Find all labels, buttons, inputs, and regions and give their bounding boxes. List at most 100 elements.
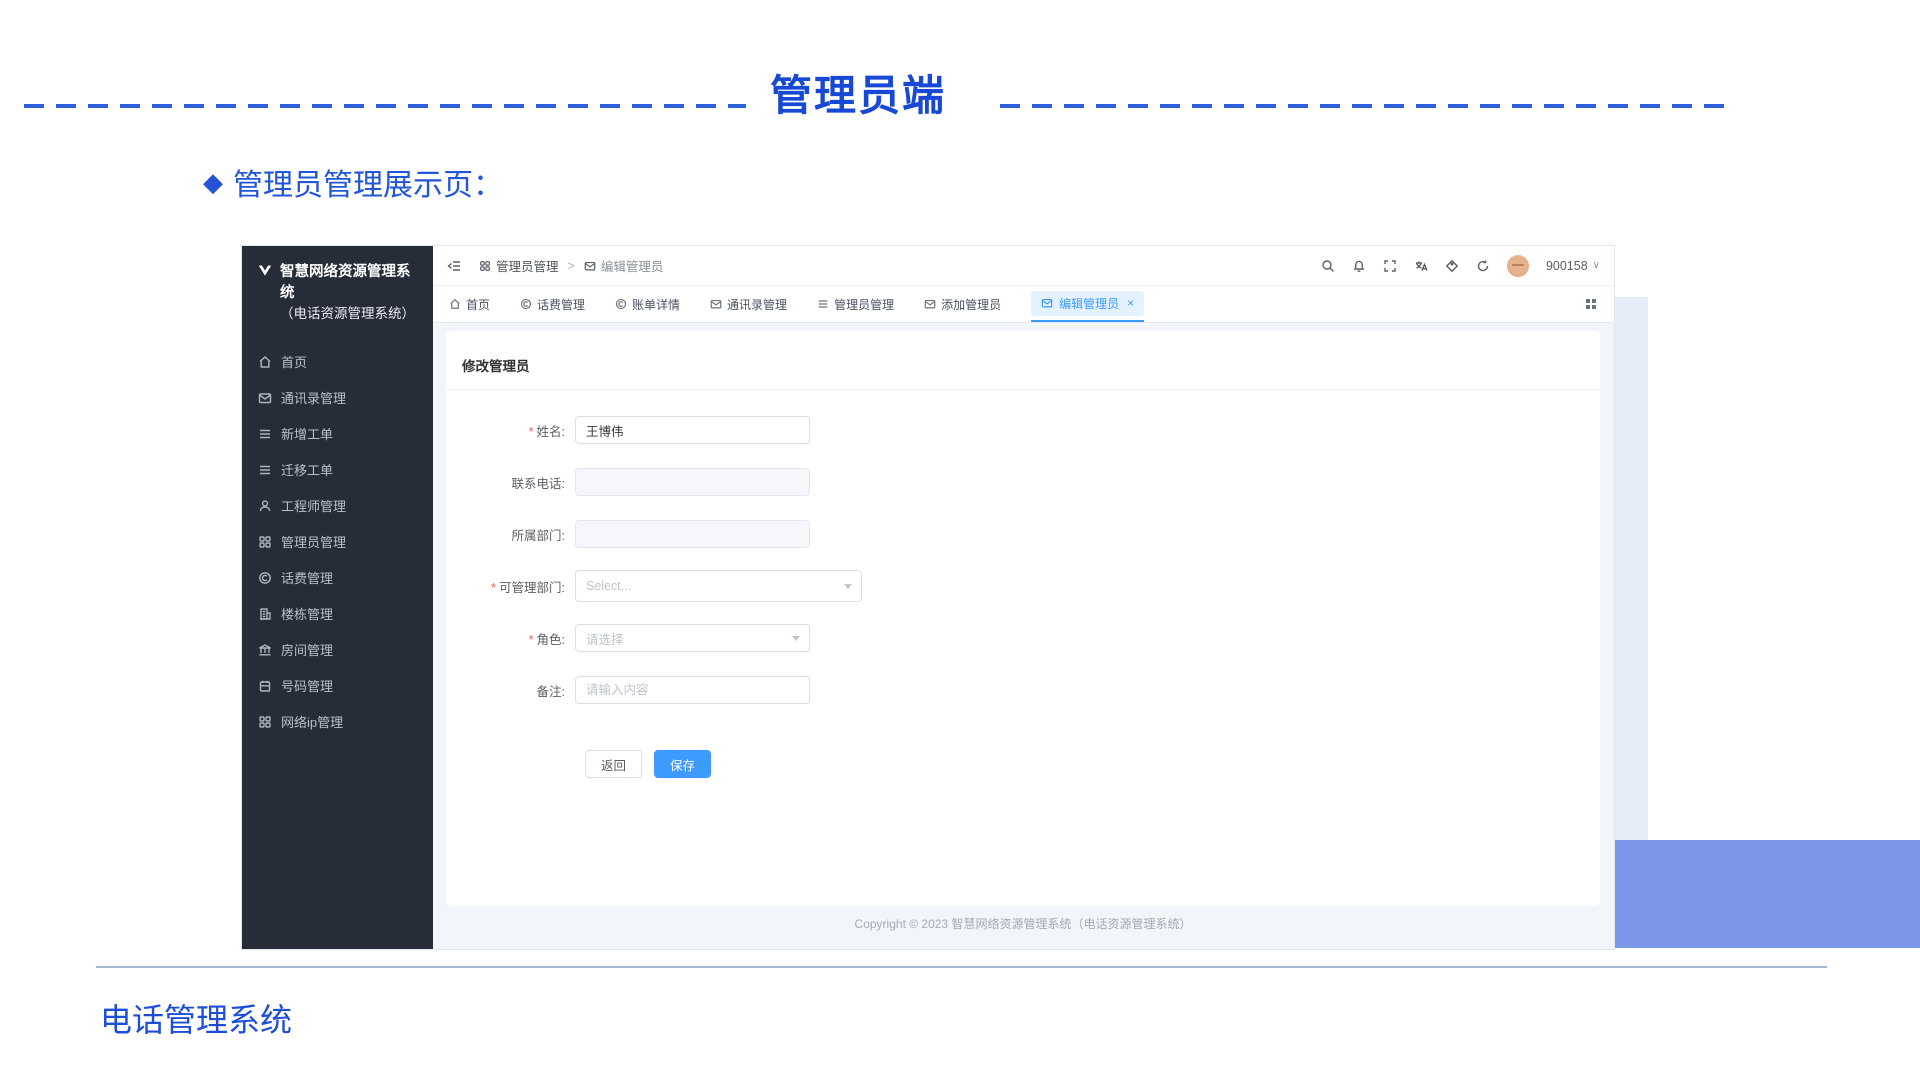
bottom-divider xyxy=(96,966,1827,968)
tabs-panel-icon[interactable] xyxy=(1584,297,1598,311)
breadcrumb-item-edit-admin: 编辑管理员 xyxy=(584,256,664,275)
search-icon[interactable] xyxy=(1321,259,1335,273)
bell-icon[interactable] xyxy=(1352,259,1366,273)
breadcrumb-label: 编辑管理员 xyxy=(601,256,664,275)
sidebar-item-label: 通讯录管理 xyxy=(281,388,346,407)
form-row-phone: 联系电话: xyxy=(462,468,1600,496)
sidebar-item-engineer[interactable]: 工程师管理 xyxy=(242,488,433,524)
tab-label: 话费管理 xyxy=(537,296,585,313)
form-row-department: 所属部门: xyxy=(462,520,1600,548)
form-row-role: *角色: 请选择 xyxy=(462,624,1600,652)
tab-edit-admin[interactable]: 编辑管理员 × xyxy=(1031,286,1144,322)
tab-label: 首页 xyxy=(466,296,490,313)
mail-icon xyxy=(1041,297,1053,309)
section-bullet-label: 管理员管理展示页： xyxy=(233,160,503,204)
name-field[interactable] xyxy=(575,416,810,444)
tab-home[interactable]: 首页 xyxy=(449,286,490,322)
edit-admin-form: *姓名: 联系电话: 所属部门: *可管理部门: xyxy=(462,416,1600,778)
tab-label: 通讯录管理 xyxy=(727,296,787,313)
save-button[interactable]: 保存 xyxy=(654,750,711,778)
tab-call-fee[interactable]: 话费管理 xyxy=(520,286,585,322)
slide: 管理员端 ◆ 管理员管理展示页： 智慧网络资源管理系统 （电话资源管理系统） xyxy=(0,0,1920,1080)
mail-icon xyxy=(924,298,936,310)
diamond-bullet-icon: ◆ xyxy=(203,167,223,198)
sidebar-item-contacts[interactable]: 通讯录管理 xyxy=(242,380,433,416)
fullscreen-icon[interactable] xyxy=(1383,259,1397,273)
sidebar-item-building[interactable]: 楼栋管理 xyxy=(242,596,433,632)
user-icon xyxy=(258,499,272,513)
avatar[interactable] xyxy=(1507,255,1529,277)
copyright-footer: Copyright © 2023 智慧网络资源管理系统（电话资源管理系统） xyxy=(446,915,1600,932)
user-id: 900158 xyxy=(1546,259,1588,273)
form-row-managed-departments: *可管理部门: Select... xyxy=(462,572,1600,600)
mail-icon xyxy=(258,391,272,405)
title-dash-right xyxy=(1000,104,1728,108)
tab-contacts[interactable]: 通讯录管理 xyxy=(710,286,787,322)
refresh-icon[interactable] xyxy=(1476,259,1490,273)
sidebar-nav: 首页 通讯录管理 新增工单 迁移工单 工程师管理 xyxy=(242,344,433,740)
section-bullet: ◆ 管理员管理展示页： xyxy=(203,160,503,204)
remark-field[interactable] xyxy=(575,676,810,704)
collapse-sidebar-icon[interactable] xyxy=(447,259,461,273)
sidebar-item-call-fee[interactable]: 话费管理 xyxy=(242,560,433,596)
required-mark: * xyxy=(529,633,534,647)
mail-icon xyxy=(710,298,722,310)
coin-icon xyxy=(520,298,532,310)
mail-icon xyxy=(584,260,596,272)
tab-admin-management[interactable]: 管理员管理 xyxy=(817,286,894,322)
list-icon xyxy=(258,427,272,441)
close-icon[interactable]: × xyxy=(1127,296,1134,310)
list-icon xyxy=(258,463,272,477)
role-select[interactable]: 请选择 xyxy=(575,624,810,652)
form-row-remark: 备注: xyxy=(462,676,1600,704)
sidebar-item-label: 工程师管理 xyxy=(281,496,346,515)
sidebar-item-new-order[interactable]: 新增工单 xyxy=(242,416,433,452)
tab-add-admin[interactable]: 添加管理员 xyxy=(924,286,1001,322)
sidebar-item-label: 房间管理 xyxy=(281,640,333,659)
theme-icon[interactable] xyxy=(1445,259,1459,273)
field-label: 所属部门: xyxy=(462,525,575,544)
calendar-icon xyxy=(258,679,272,693)
tab-bill-detail[interactable]: 账单详情 xyxy=(615,286,680,322)
sidebar-item-room[interactable]: 房间管理 xyxy=(242,632,433,668)
page-content: 修改管理员 *姓名: 联系电话: 所属部门: xyxy=(433,323,1614,949)
app-title: 智慧网络资源管理系统 xyxy=(280,262,421,304)
sidebar-item-label: 网络ip管理 xyxy=(281,712,343,731)
logo-v-icon xyxy=(258,264,272,278)
tab-label: 添加管理员 xyxy=(941,296,1001,313)
breadcrumb-separator: > xyxy=(568,259,575,273)
command-icon xyxy=(258,535,272,549)
sidebar-item-admin[interactable]: 管理员管理 xyxy=(242,524,433,560)
form-buttons: 返回 保存 xyxy=(585,750,1600,778)
phone-field xyxy=(575,468,810,496)
required-mark: * xyxy=(529,425,534,439)
brand-text: 电话管理系统 xyxy=(100,995,292,1041)
tab-label: 管理员管理 xyxy=(834,296,894,313)
breadcrumb: 管理员管理 > 编辑管理员 xyxy=(479,256,663,275)
sidebar-item-number[interactable]: 号码管理 xyxy=(242,668,433,704)
breadcrumb-item-admin-management[interactable]: 管理员管理 xyxy=(479,256,559,275)
translate-icon[interactable] xyxy=(1414,259,1428,273)
chevron-down-icon: ∨ xyxy=(1593,260,1600,271)
required-mark: * xyxy=(491,581,496,595)
sidebar-item-home[interactable]: 首页 xyxy=(242,344,433,380)
tab-label: 编辑管理员 xyxy=(1059,295,1119,312)
navbar-right: 900158 ∨ xyxy=(1321,255,1600,277)
tags-view-bar: 首页 话费管理 账单详情 通讯录管理 管理员管理 xyxy=(433,286,1614,323)
field-label: *姓名: xyxy=(462,421,575,440)
field-label: 联系电话: xyxy=(462,473,575,492)
app-screenshot: 智慧网络资源管理系统 （电话资源管理系统） 首页 通讯录管理 新增工单 xyxy=(241,245,1615,950)
sidebar-item-network-ip[interactable]: 网络ip管理 xyxy=(242,704,433,740)
coin-icon xyxy=(615,298,627,310)
navbar: 管理员管理 > 编辑管理员 xyxy=(433,246,1614,286)
sidebar-item-migrate-order[interactable]: 迁移工单 xyxy=(242,452,433,488)
sidebar-item-label: 迁移工单 xyxy=(281,460,333,479)
app-logo: 智慧网络资源管理系统 （电话资源管理系统） xyxy=(242,246,433,334)
managed-departments-select[interactable]: Select... xyxy=(575,570,862,602)
list-icon xyxy=(817,298,829,310)
user-menu[interactable]: 900158 ∨ xyxy=(1546,259,1600,273)
sidebar-item-label: 首页 xyxy=(281,352,307,371)
sidebar: 智慧网络资源管理系统 （电话资源管理系统） 首页 通讯录管理 新增工单 xyxy=(242,246,433,949)
back-button[interactable]: 返回 xyxy=(585,750,642,778)
field-label: *角色: xyxy=(462,629,575,648)
